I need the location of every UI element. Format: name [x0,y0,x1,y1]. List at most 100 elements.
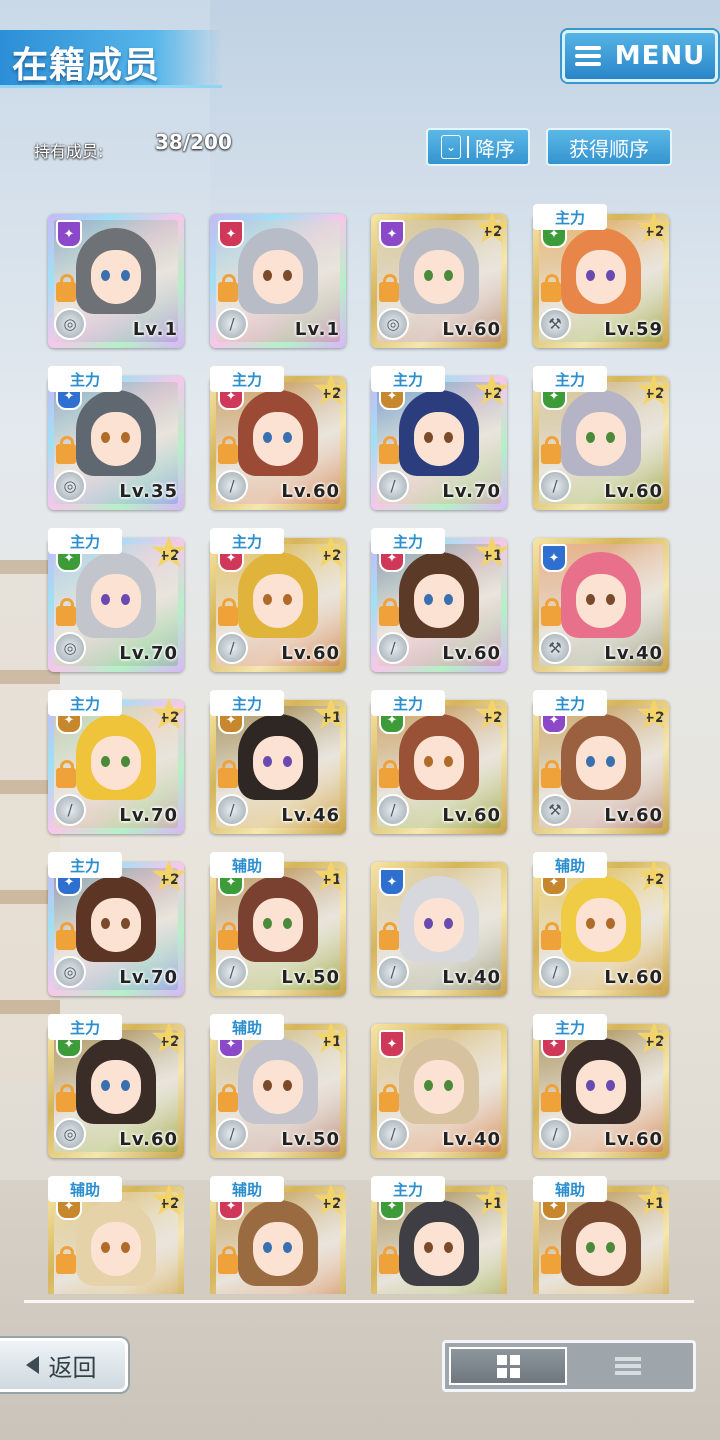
role-tag: 辅助 [210,1176,284,1202]
weapon-icon: ⚒ [539,308,571,340]
hamburger-icon [574,46,601,66]
character-eye [444,918,453,929]
member-card[interactable]: ✦ / Lv.60 主力 +2 [533,366,672,510]
member-card[interactable]: ✦ / Lv.60 主力 +2 [210,528,349,672]
sort-order-button[interactable]: 获得顺序 [546,128,672,166]
lock-icon [56,274,76,302]
member-card[interactable]: ✦ ⚒ Lv.60 主力 +2 [533,690,672,834]
role-tag: 主力 [533,1014,607,1040]
grid-view-button[interactable] [449,1347,567,1385]
character-face [414,1060,464,1114]
member-card[interactable]: ✦ / Lv.70 主力 +2 [371,366,510,510]
member-card[interactable]: ✦ / Lv.70 主力 +2 [48,690,187,834]
role-tag: 主力 [48,366,122,392]
weapon-icon: ⚒ [539,632,571,664]
level-label: Lv.70 [119,967,178,988]
page-title: 在籍成员 [12,45,161,86]
member-card[interactable]: ✦ / Lv.46 主力 +1 [210,690,349,834]
level-label: Lv.60 [604,967,663,988]
grid-icon [496,1354,520,1378]
card-frame: ✦ ◎ Lv.35 [48,376,184,510]
lock-icon [56,1246,76,1274]
member-count-label: 持有成员: [34,142,104,161]
member-card[interactable]: ✦ ◎ Lv.35 主力 [48,366,184,510]
member-card[interactable]: ✦ ◎ Lv.1 [48,204,184,348]
sort-direction-label: 降序 [475,136,515,161]
menu-button[interactable]: MENU [562,30,718,82]
lock-icon [379,1084,399,1112]
member-count-value: 38/200 [155,130,232,154]
lock-icon [541,1084,561,1112]
character-eye [101,594,110,605]
lock-icon [218,274,238,302]
character-eye [263,918,272,929]
member-card[interactable]: ✦ / Lv.60 主力 +2 [371,690,510,834]
character-eye [444,432,453,443]
level-label: Lv.60 [442,805,501,826]
lock-icon [379,598,399,626]
weapon-icon: / [216,308,248,340]
attribute-badge-icon: ✦ [379,868,405,896]
member-card[interactable]: ✦ / Lv.1 [210,204,346,348]
role-tag: 辅助 [533,852,607,878]
level-label: Lv.60 [119,1129,178,1150]
member-card[interactable]: ✦ / Lv.60 主力 +2 [210,366,349,510]
member-card[interactable]: ✦ / Lv.40 [371,1014,507,1158]
level-label: Lv.60 [604,805,663,826]
character-eye [606,918,615,929]
attribute-badge-icon: ✦ [379,220,405,248]
lock-icon [541,436,561,464]
level-label: Lv.40 [604,643,663,664]
character-face [253,736,303,790]
member-card[interactable]: ✦ / Lv.60 主力 +1 [371,528,510,672]
member-card[interactable]: ✦ / Lv.60 主力 +2 [533,1014,672,1158]
character-eye [586,1080,595,1091]
level-label: Lv.60 [442,319,501,340]
character-eye [263,756,272,767]
weapon-icon: / [54,794,86,826]
character-eye [121,270,130,281]
character-eye [121,1242,130,1253]
weapon-icon: ⚒ [539,794,571,826]
weapon-icon: ◎ [54,632,86,664]
member-card[interactable]: ✦ / Lv.50 辅助 +1 [210,1014,349,1158]
character-eye [424,432,433,443]
character-eye [606,1080,615,1091]
character-eye [283,270,292,281]
character-eye [586,756,595,767]
back-arrow-icon [25,1356,39,1374]
character-face [91,1222,141,1276]
member-card[interactable]: ✦ ◎ Lv.70 主力 +2 [48,528,187,672]
member-card[interactable]: ✦ / Lv.40 [371,852,507,996]
weapon-icon: / [377,794,409,826]
back-button[interactable]: 返回 [0,1338,128,1392]
member-card[interactable]: ✦ / Lv.50 辅助 +1 [210,852,349,996]
character-eye [263,594,272,605]
divider [24,1300,694,1303]
member-card[interactable]: ✦ ◎ Lv.70 主力 +2 [48,852,187,996]
character-eye [424,270,433,281]
sort-direction-button[interactable]: ⌄ 降序 [426,128,530,166]
member-card[interactable]: ✦ ◎ Lv.60 主力 +2 [48,1014,187,1158]
member-card[interactable]: ✦ ⚒ Lv.40 [533,528,669,672]
member-card[interactable]: ✦ / Lv.60 辅助 +2 [533,852,672,996]
role-tag: 主力 [371,690,445,716]
card-frame: ✦ ⚒ Lv.40 [533,538,669,672]
lock-icon [379,436,399,464]
character-eye [444,270,453,281]
character-eye [101,918,110,929]
character-face [414,736,464,790]
role-tag: 主力 [48,690,122,716]
member-card[interactable]: ✦ ⚒ Lv.59 主力 +2 [533,204,672,348]
weapon-icon: ◎ [54,470,86,502]
member-card[interactable]: ✦ ◎ Lv.60 +2 [371,204,510,348]
level-label: Lv.1 [294,319,340,340]
character-eye [586,594,595,605]
lock-icon [379,1246,399,1274]
character-eye [283,1080,292,1091]
lock-icon [56,598,76,626]
character-eye [444,1080,453,1091]
view-toggle [442,1340,696,1392]
list-view-button[interactable] [567,1347,689,1385]
character-eye [606,432,615,443]
